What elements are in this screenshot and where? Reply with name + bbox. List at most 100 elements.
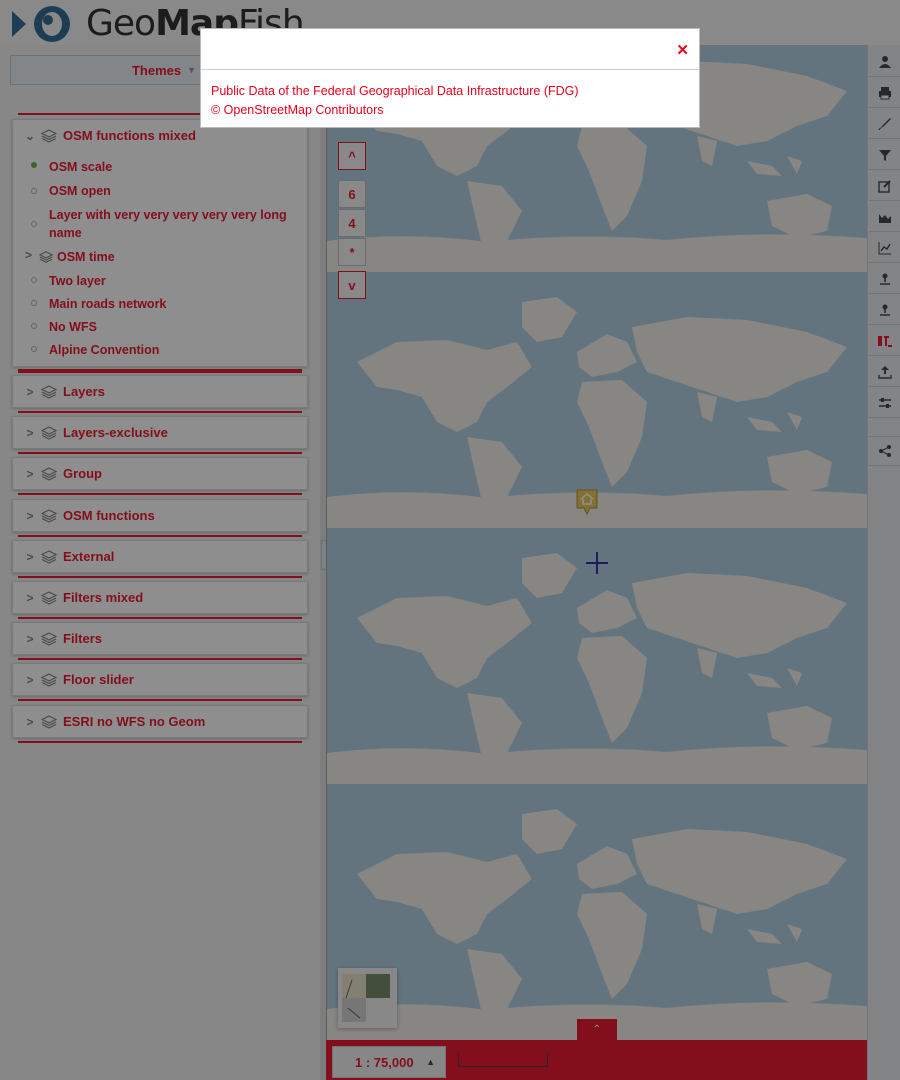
- layer-toggle[interactable]: [31, 221, 37, 227]
- group-title: Filters mixed: [63, 590, 144, 605]
- right-toolbar: [867, 45, 900, 1080]
- group-header[interactable]: > Layers-exclusive: [13, 417, 307, 448]
- layers-icon: [41, 549, 57, 564]
- settings-icon: [879, 397, 891, 408]
- layer-toggle[interactable]: [31, 277, 37, 283]
- layer-toggle[interactable]: [31, 323, 37, 329]
- layertree-group[interactable]: > Group: [12, 457, 308, 490]
- layertree-group[interactable]: > External: [12, 540, 308, 573]
- layer-item-no-wfs[interactable]: No WFS: [13, 318, 309, 338]
- divider: [18, 369, 302, 373]
- chevron-right-icon[interactable]: >: [21, 509, 39, 523]
- filter-button[interactable]: [869, 140, 900, 170]
- upload-button[interactable]: [869, 357, 900, 387]
- chevron-right-icon[interactable]: >: [21, 673, 39, 687]
- floor-all-button[interactable]: *: [338, 238, 366, 266]
- group-title: Filters: [63, 631, 103, 646]
- chevron-right-icon[interactable]: >: [21, 591, 39, 605]
- edit-button[interactable]: [869, 171, 900, 201]
- logo-mark-icon: [12, 6, 70, 42]
- chevron-right-icon[interactable]: >: [21, 385, 39, 399]
- dialog-header: ✕: [201, 29, 699, 70]
- divider: [18, 699, 302, 701]
- layer-item-osm-scale[interactable]: OSM scale: [13, 158, 309, 178]
- layer-toggle[interactable]: [31, 346, 37, 352]
- settings-button[interactable]: [869, 388, 900, 418]
- group-header[interactable]: > Layers: [13, 376, 307, 407]
- floor-4-button[interactable]: 4: [338, 209, 366, 237]
- import-button[interactable]: [869, 326, 900, 356]
- divider: [18, 617, 302, 619]
- print-icon: [879, 86, 891, 99]
- chevron-right-icon[interactable]: >: [21, 467, 39, 481]
- chevron-right-icon[interactable]: >: [21, 632, 39, 646]
- layertree-group[interactable]: > Filters: [12, 622, 308, 655]
- layer-item-osm-open[interactable]: OSM open: [13, 182, 309, 202]
- layer-item-main-roads[interactable]: Main roads network: [13, 295, 309, 315]
- layer-toggle[interactable]: [31, 162, 37, 168]
- scale-selector[interactable]: 1 : 75,000 ▲: [332, 1046, 446, 1078]
- group-header[interactable]: > Group: [13, 458, 307, 489]
- layer-toggle[interactable]: [31, 300, 37, 306]
- group-title: OSM functions: [63, 508, 155, 523]
- layers-icon: [41, 508, 57, 523]
- chevron-right-icon[interactable]: >: [21, 715, 39, 729]
- basemap-overview-button[interactable]: [338, 968, 397, 1028]
- layertree-group[interactable]: > OSM functions: [12, 499, 308, 532]
- layertree-group[interactable]: > Floor slider: [12, 663, 308, 696]
- pan-down-button[interactable]: v: [338, 271, 366, 299]
- attribution-line: Public Data of the Federal Geographical …: [211, 84, 579, 98]
- routing-icon: [880, 273, 890, 285]
- pan-up-button[interactable]: ^: [338, 142, 366, 170]
- layertree-group[interactable]: > Layers-exclusive: [12, 416, 308, 449]
- chart-button[interactable]: [869, 233, 900, 263]
- map-marker-icon[interactable]: [575, 488, 599, 516]
- routing-button[interactable]: [869, 264, 900, 294]
- edit-icon: [878, 179, 891, 193]
- layertree-group[interactable]: > ESRI no WFS no Geom: [12, 705, 308, 738]
- chevron-down-icon[interactable]: ⌄: [21, 129, 39, 143]
- layer-toggle[interactable]: [31, 188, 37, 194]
- layers-icon: [41, 384, 57, 399]
- chevron-right-icon[interactable]: >: [21, 550, 39, 564]
- coordinates-toggle[interactable]: ⌃: [577, 1019, 617, 1041]
- layer-item-long-name[interactable]: Layer with very very very very very long…: [13, 206, 309, 244]
- draw-button[interactable]: [869, 109, 900, 139]
- floor-6-button[interactable]: 6: [338, 180, 366, 208]
- map-view[interactable]: [326, 45, 868, 1040]
- group-header[interactable]: > Filters: [13, 623, 307, 654]
- map-tile: [327, 784, 868, 1040]
- group-title: External: [63, 549, 115, 564]
- dialog-body: Public Data of the Federal Geographical …: [201, 70, 699, 132]
- chevron-right-icon[interactable]: >: [25, 248, 32, 262]
- group-header[interactable]: > External: [13, 541, 307, 572]
- caret-down-icon: ▼: [187, 65, 197, 75]
- group-header[interactable]: > ESRI no WFS no Geom: [13, 706, 307, 737]
- layers-icon: [41, 590, 57, 605]
- chart-icon: [878, 241, 891, 254]
- chevron-right-icon[interactable]: >: [21, 426, 39, 440]
- close-icon[interactable]: ✕: [676, 41, 689, 59]
- group-header[interactable]: > Filters mixed: [13, 582, 307, 613]
- scale-line: [458, 1053, 548, 1067]
- overview-thumbnail-icon: [342, 974, 390, 1022]
- user-icon: [879, 55, 891, 68]
- attribution-line: © OpenStreetMap Contributors: [211, 103, 384, 117]
- group-header[interactable]: > Floor slider: [13, 664, 307, 695]
- layertree-group[interactable]: > Filters mixed: [12, 581, 308, 614]
- layer-item-two-layer[interactable]: Two layer: [13, 272, 309, 292]
- group-title: OSM functions mixed: [63, 128, 196, 143]
- layer-item-alpine-convention[interactable]: Alpine Convention: [13, 341, 309, 361]
- layertree-group[interactable]: > Layers: [12, 375, 308, 408]
- user-button[interactable]: [869, 47, 900, 77]
- share-button[interactable]: [869, 436, 900, 466]
- routing-2-button[interactable]: [869, 295, 900, 325]
- profile-button[interactable]: [869, 202, 900, 232]
- group-header[interactable]: > OSM functions: [13, 500, 307, 531]
- layers-icon: [41, 128, 57, 143]
- print-button[interactable]: [869, 78, 900, 108]
- layer-subgroup-osm-time[interactable]: > OSM time: [13, 248, 309, 268]
- group-title: Layers-exclusive: [63, 425, 168, 440]
- caret-up-icon: ▲: [426, 1057, 435, 1067]
- draw-icon: [878, 117, 891, 130]
